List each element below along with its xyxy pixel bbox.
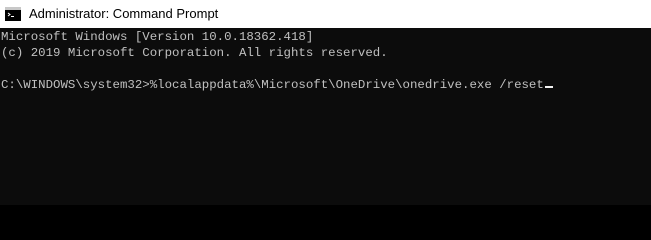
window-title: Administrator: Command Prompt (29, 6, 219, 21)
text-cursor (544, 86, 553, 88)
console-output-area[interactable]: Microsoft Windows [Version 10.0.18362.41… (0, 28, 651, 205)
command-prompt-window: Administrator: Command Prompt Microsoft … (0, 0, 651, 205)
cmd-icon (5, 7, 21, 21)
command-input-text[interactable]: %localappdata%\Microsoft\OneDrive\onedri… (150, 78, 544, 92)
console-line-version: Microsoft Windows [Version 10.0.18362.41… (1, 30, 314, 44)
prompt-path: C:\WINDOWS\system32> (1, 78, 150, 92)
title-bar[interactable]: Administrator: Command Prompt (0, 0, 651, 28)
command-line[interactable]: C:\WINDOWS\system32>%localappdata%\Micro… (1, 77, 553, 93)
console-line-copyright: (c) 2019 Microsoft Corporation. All righ… (1, 46, 388, 60)
